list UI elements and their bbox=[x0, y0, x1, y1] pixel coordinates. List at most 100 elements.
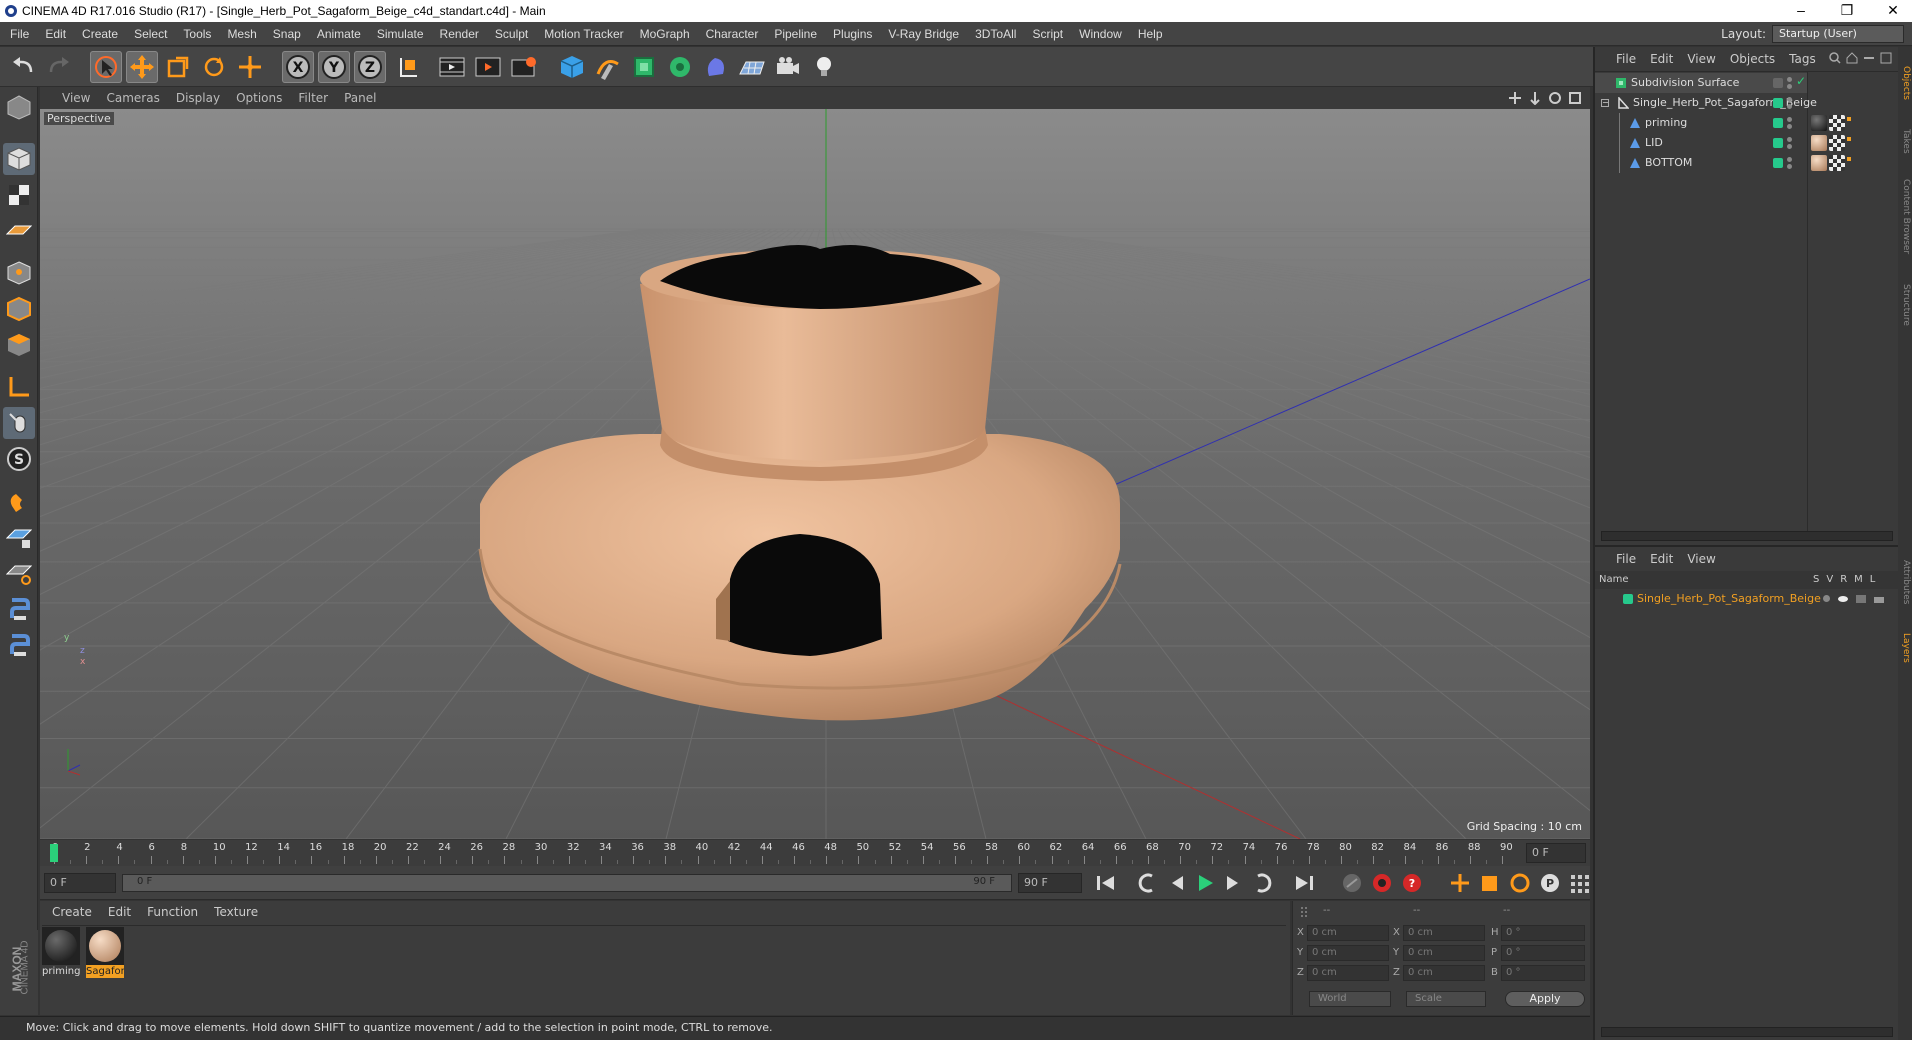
end-frame-field[interactable]: 90 F bbox=[1018, 873, 1082, 893]
material-menu-edit[interactable]: Edit bbox=[100, 901, 139, 923]
menu-v-ray-bridge[interactable]: V-Ray Bridge bbox=[880, 22, 967, 46]
record-active-icon[interactable] bbox=[1370, 872, 1394, 894]
rotation-field[interactable]: 0 ° bbox=[1501, 945, 1585, 961]
menu-simulate[interactable]: Simulate bbox=[369, 22, 432, 46]
menu-plugins[interactable]: Plugins bbox=[825, 22, 880, 46]
size-field[interactable]: 0 cm bbox=[1403, 925, 1485, 941]
object-menu-file[interactable]: File bbox=[1609, 47, 1643, 71]
menu-motion-tracker[interactable]: Motion Tracker bbox=[536, 22, 631, 46]
viewport-menu-display[interactable]: Display bbox=[168, 87, 228, 109]
visibility-render-dot[interactable] bbox=[1787, 104, 1792, 109]
menu-script[interactable]: Script bbox=[1024, 22, 1071, 46]
texture-tag-icon[interactable] bbox=[1829, 135, 1845, 151]
layer-color-swatch[interactable] bbox=[1623, 594, 1633, 604]
tab-content-browser[interactable]: Content Browser bbox=[1899, 167, 1911, 267]
zoom-view-icon[interactable] bbox=[1528, 91, 1542, 105]
move-icon[interactable] bbox=[126, 51, 158, 83]
layer-name[interactable]: Single_Herb_Pot_Sagaform_Beige bbox=[1637, 592, 1821, 605]
menu-animate[interactable]: Animate bbox=[309, 22, 369, 46]
make-editable-icon[interactable] bbox=[3, 91, 35, 123]
layout-select[interactable]: Startup (User) bbox=[1772, 25, 1904, 43]
viewport-menu-cameras[interactable]: Cameras bbox=[98, 87, 167, 109]
frame-range-slider[interactable]: 0 F 90 F bbox=[122, 874, 1012, 892]
menu-select[interactable]: Select bbox=[126, 22, 175, 46]
key-parameter-icon[interactable]: P bbox=[1538, 872, 1562, 894]
object-menu-view[interactable]: View bbox=[1680, 47, 1722, 71]
cloner-icon[interactable] bbox=[664, 51, 696, 83]
enabled-check-icon[interactable]: ✓ bbox=[1796, 74, 1806, 88]
size-field[interactable]: 0 cm bbox=[1403, 965, 1485, 981]
rotation-field[interactable]: 0 ° bbox=[1501, 965, 1585, 981]
tab-layers[interactable]: Layers bbox=[1899, 623, 1911, 673]
previous-key-icon[interactable] bbox=[1136, 872, 1160, 894]
render-view-icon[interactable] bbox=[436, 51, 468, 83]
timeline-ruler[interactable]: 0246810121416182022242628303234363840424… bbox=[40, 840, 1590, 866]
points-mode-icon[interactable] bbox=[3, 257, 35, 289]
object-menu-objects[interactable]: Objects bbox=[1723, 47, 1782, 71]
texture-tag-icon[interactable] bbox=[1829, 155, 1845, 171]
material-menu-texture[interactable]: Texture bbox=[206, 901, 266, 923]
toggle-view-icon[interactable] bbox=[1568, 91, 1582, 105]
timeline-playhead[interactable] bbox=[50, 844, 58, 862]
key-scale-icon[interactable] bbox=[1478, 872, 1502, 894]
apply-button[interactable]: Apply bbox=[1505, 991, 1585, 1007]
render-settings-icon[interactable] bbox=[508, 51, 540, 83]
tab-objects[interactable]: Objects bbox=[1899, 53, 1911, 113]
layer-row[interactable]: Single_Herb_Pot_Sagaform_Beige bbox=[1595, 589, 1900, 609]
layer-render-icon[interactable] bbox=[1856, 595, 1866, 603]
workplane-lock-icon[interactable] bbox=[3, 521, 35, 553]
position-field[interactable]: 0 cm bbox=[1307, 965, 1389, 981]
minimize-panel-icon[interactable] bbox=[1863, 52, 1875, 64]
position-field[interactable]: 0 cm bbox=[1307, 925, 1389, 941]
key-pla-icon[interactable] bbox=[1568, 872, 1592, 894]
visibility-editor-dot[interactable] bbox=[1787, 97, 1792, 102]
material-item[interactable]: Sagafor bbox=[86, 927, 124, 979]
material-item[interactable]: priming bbox=[42, 927, 80, 979]
tab-takes[interactable]: Takes bbox=[1899, 121, 1911, 161]
layer-solo-flag[interactable] bbox=[1823, 595, 1830, 602]
python-script-icon[interactable] bbox=[3, 593, 35, 625]
rotate-icon[interactable] bbox=[198, 51, 230, 83]
visibility-editor-dot[interactable] bbox=[1787, 77, 1792, 82]
menu-render[interactable]: Render bbox=[432, 22, 487, 46]
menu-help[interactable]: Help bbox=[1130, 22, 1171, 46]
next-frame-icon[interactable] bbox=[1222, 872, 1244, 894]
menu-tools[interactable]: Tools bbox=[175, 22, 219, 46]
x-axis-icon[interactable]: X bbox=[282, 51, 314, 83]
menu-file[interactable]: File bbox=[2, 22, 37, 46]
material-tag-icon[interactable] bbox=[1811, 155, 1827, 171]
rotate-view-icon[interactable] bbox=[1548, 91, 1562, 105]
viewport-menu-panel[interactable]: Panel bbox=[336, 87, 384, 109]
layer-color-tag[interactable] bbox=[1773, 158, 1783, 168]
texture-mode-icon[interactable] bbox=[3, 179, 35, 211]
z-axis-icon[interactable]: Z bbox=[354, 51, 386, 83]
redo-icon[interactable] bbox=[42, 51, 74, 83]
previous-frame-icon[interactable] bbox=[1166, 872, 1188, 894]
menu-snap[interactable]: Snap bbox=[265, 22, 309, 46]
maximize-button[interactable]: ❐ bbox=[1832, 2, 1862, 19]
viewport-menu-filter[interactable]: Filter bbox=[290, 87, 336, 109]
material-menu-create[interactable]: Create bbox=[44, 901, 100, 923]
visibility-editor-dot[interactable] bbox=[1787, 157, 1792, 162]
layer-color-tag[interactable] bbox=[1773, 118, 1783, 128]
material-preview[interactable] bbox=[42, 927, 80, 965]
model-mode-icon[interactable] bbox=[3, 143, 35, 175]
perspective-viewport[interactable]: Perspective y z x Grid Spacing : 10 cm bbox=[40, 109, 1590, 839]
camera-icon[interactable] bbox=[772, 51, 804, 83]
tab-structure[interactable]: Structure bbox=[1899, 275, 1911, 335]
undo-icon[interactable] bbox=[8, 51, 40, 83]
key-position-icon[interactable] bbox=[1448, 872, 1472, 894]
layer-menu-view[interactable]: View bbox=[1680, 547, 1722, 571]
axis-mode-icon[interactable] bbox=[3, 371, 35, 403]
go-to-end-icon[interactable] bbox=[1292, 872, 1316, 894]
layer-visible-icon[interactable] bbox=[1838, 595, 1848, 603]
menu-edit[interactable]: Edit bbox=[37, 22, 74, 46]
menu-window[interactable]: Window bbox=[1071, 22, 1130, 46]
texture-tag-icon[interactable] bbox=[1829, 115, 1845, 131]
search-icon[interactable] bbox=[1829, 52, 1841, 64]
layer-manager-scrollbar[interactable] bbox=[1601, 1027, 1893, 1037]
transform-mode-select[interactable]: Scale bbox=[1406, 991, 1486, 1007]
pen-spline-icon[interactable] bbox=[592, 51, 624, 83]
object-manager-scrollbar[interactable] bbox=[1601, 531, 1893, 541]
edges-mode-icon[interactable] bbox=[3, 293, 35, 325]
